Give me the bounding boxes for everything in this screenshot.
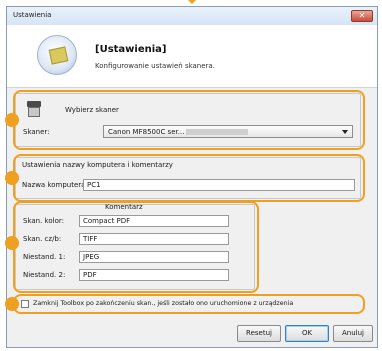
scanner-dropdown-value: Canon MF8500C ser... <box>108 128 185 136</box>
dialog-header: [Ustawienia] Konfigurowanie ustawień ska… <box>7 25 377 88</box>
comment-input-color[interactable]: Compact PDF <box>79 215 229 227</box>
computer-name-input[interactable]: PC1 <box>83 179 355 191</box>
callout-badge-3 <box>5 236 19 250</box>
scanner-settings-icon <box>37 35 77 75</box>
redacted-serial <box>186 129 249 135</box>
highlight-scanner <box>13 90 365 150</box>
reset-button[interactable]: Resetuj <box>237 325 281 342</box>
callout-badge-2 <box>5 171 19 185</box>
scanner-dropdown[interactable]: Canon MF8500C ser... <box>103 125 353 138</box>
close-button[interactable]: ✕ <box>351 10 373 22</box>
comment-input-bw[interactable]: TIFF <box>79 233 229 245</box>
comment-label-custom2: Niestand. 2: <box>23 271 66 279</box>
computer-group-caption: Ustawienia nazwy komputera i komentarzy <box>22 161 173 169</box>
settings-dialog: Ustawienia ✕ [Ustawienia] Konfigurowanie… <box>5 6 378 348</box>
ok-button[interactable]: OK <box>285 325 329 342</box>
computer-name-label: Nazwa komputera: <box>22 181 88 189</box>
comment-input-custom2[interactable]: PDF <box>79 269 229 281</box>
chevron-down-icon <box>342 130 348 134</box>
comment-column-header: Komentarz <box>105 203 143 211</box>
callout-pointer <box>186 0 198 4</box>
comment-label-color: Skan. kolor: <box>23 217 64 225</box>
close-toolbox-label: Zamknij Toolbox po zakończeniu skan., je… <box>33 300 294 307</box>
scanner-label: Skaner: <box>23 128 50 136</box>
callout-badge-1 <box>5 113 19 127</box>
title-bar: Ustawienia ✕ <box>7 7 377 26</box>
comment-label-bw: Skan. cz/b: <box>23 235 62 243</box>
comment-input-custom1[interactable]: JPEG <box>79 251 229 263</box>
header-subtitle: Konfigurowanie ustawień skanera. <box>95 62 215 70</box>
header-title: [Ustawienia] <box>95 44 167 55</box>
close-toolbox-checkbox[interactable] <box>21 300 29 308</box>
callout-badge-4 <box>5 297 19 311</box>
scanner-icon <box>27 101 41 117</box>
window-title: Ustawienia <box>13 11 52 19</box>
cancel-button[interactable]: Anuluj <box>333 325 373 342</box>
comment-label-custom1: Niestand. 1: <box>23 253 66 261</box>
select-scanner-caption: Wybierz skaner <box>65 106 119 114</box>
